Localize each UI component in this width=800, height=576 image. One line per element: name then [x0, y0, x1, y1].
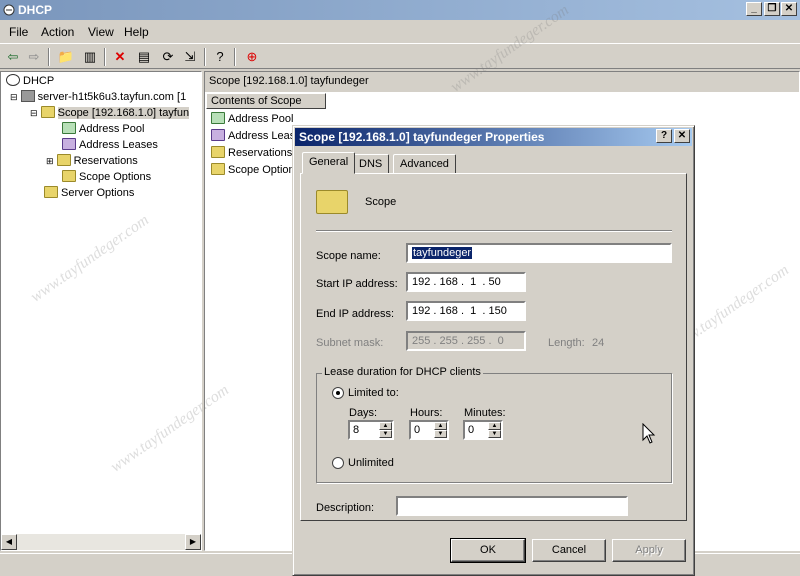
menu-file[interactable]: File: [9, 25, 28, 39]
column-header[interactable]: Contents of Scope: [206, 93, 326, 109]
menu-action[interactable]: Action: [41, 25, 74, 39]
hours-label: Hours:: [410, 407, 443, 419]
dhcp-icon: [6, 74, 20, 86]
list-item[interactable]: Reservations: [211, 146, 292, 159]
dhcp-icon: [2, 3, 16, 17]
minutes-spinner[interactable]: 0 ▲ ▼: [463, 420, 503, 440]
reservations-icon: [211, 146, 225, 158]
options-icon: [62, 170, 76, 182]
tree-item-address-leases[interactable]: Address Leases: [62, 138, 158, 152]
ok-button[interactable]: OK: [450, 538, 526, 563]
restore-button[interactable]: ❐: [764, 2, 780, 16]
end-ip-field[interactable]: 192 . 168 . 1 . 150: [406, 301, 526, 321]
tab-general[interactable]: General: [302, 152, 356, 174]
list-item[interactable]: Scope Option: [211, 163, 295, 176]
tree-item-server[interactable]: ⊟ server-h1t5k6u3.tayfun.com [1: [10, 90, 186, 104]
properties-icon[interactable]: ▤: [134, 47, 154, 67]
tree-item-scope-options[interactable]: Scope Options: [62, 170, 151, 184]
dialog-titlebar: Scope [192.168.1.0] tayfundeger Properti…: [295, 128, 692, 146]
pool-icon: [62, 122, 76, 134]
forward-arrow-icon[interactable]: ⇨: [24, 47, 44, 67]
apply-button[interactable]: Apply: [612, 539, 686, 562]
limited-radio[interactable]: [332, 387, 344, 399]
back-arrow-icon[interactable]: ⇦: [3, 47, 23, 67]
folder-icon: [316, 190, 348, 214]
tree-item-scope[interactable]: ⊟ Scope [192.168.1.0] tayfun: [30, 106, 190, 120]
description-label: Description:: [316, 502, 375, 514]
scope-name-field[interactable]: tayfundeger: [406, 243, 672, 263]
mouse-cursor-icon: [642, 423, 656, 444]
refresh-icon[interactable]: ⟳: [158, 47, 178, 67]
days-label: Days:: [349, 407, 378, 419]
menu-help[interactable]: Help: [124, 25, 149, 39]
lease-duration-label: Lease duration for DHCP clients: [322, 366, 483, 378]
scroll-left-button[interactable]: ◀: [1, 534, 17, 550]
menu-bar: File Action View Help: [0, 21, 800, 42]
start-ip-label: Start IP address:: [316, 278, 398, 290]
subnet-mask-field: 255 . 255 . 255 . 0: [406, 331, 526, 351]
tree-item-address-pool[interactable]: Address Pool: [62, 122, 144, 136]
tab-dns[interactable]: DNS: [352, 154, 390, 174]
length-value: 24: [592, 337, 605, 349]
length-label: Length:: [548, 337, 585, 349]
unlimited-radio[interactable]: [332, 457, 344, 469]
delete-icon[interactable]: ✕: [110, 47, 130, 67]
stop-icon[interactable]: ⊕: [242, 47, 262, 67]
unlimited-label: Unlimited: [348, 457, 394, 469]
export-icon[interactable]: ⇲: [180, 47, 200, 67]
show-tree-icon[interactable]: ▥: [80, 47, 100, 67]
tree-item-server-options[interactable]: Server Options: [44, 186, 134, 200]
dialog-close-button[interactable]: ✕: [674, 129, 690, 143]
minutes-label: Minutes:: [464, 407, 506, 419]
cancel-button[interactable]: Cancel: [532, 539, 606, 562]
help-icon[interactable]: ?: [210, 47, 230, 67]
folder-icon: [44, 186, 58, 198]
leases-icon: [211, 129, 225, 141]
divider: [316, 230, 672, 232]
tree-item-reservations[interactable]: ⊞ Reservations: [46, 154, 138, 168]
menu-view[interactable]: View: [88, 25, 114, 39]
leases-icon: [62, 138, 76, 150]
reservations-icon: [56, 154, 71, 166]
description-field[interactable]: [396, 496, 628, 516]
tree-hscroll[interactable]: ◀ ▶: [1, 534, 201, 550]
dialog-title: Scope [192.168.1.0] tayfundeger Properti…: [299, 130, 545, 144]
pool-icon: [211, 112, 225, 124]
tree-item-dhcp[interactable]: DHCP: [6, 74, 54, 88]
subnet-mask-label: Subnet mask:: [316, 337, 384, 349]
window-titlebar: DHCP _ ❐ ✕: [0, 0, 800, 20]
days-spinner[interactable]: 8 ▲ ▼: [348, 420, 394, 440]
help-button[interactable]: ?: [656, 129, 672, 143]
end-ip-label: End IP address:: [316, 308, 395, 320]
hours-spinner[interactable]: 0 ▲ ▼: [409, 420, 449, 440]
server-icon: [20, 90, 35, 102]
tab-advanced[interactable]: Advanced: [393, 154, 456, 174]
list-item[interactable]: Address Pool: [211, 112, 293, 125]
toolbar: ⇦ ⇨ 📁 ▥ ✕ ▤ ⟳ ⇲ ? ⊕: [0, 43, 800, 69]
content-title: Scope [192.168.1.0] tayfundeger: [205, 72, 799, 92]
list-item[interactable]: Address Leas: [211, 129, 295, 142]
scroll-right-button[interactable]: ▶: [185, 534, 201, 550]
folder-icon: [40, 106, 55, 118]
close-button[interactable]: ✕: [781, 2, 797, 16]
start-ip-field[interactable]: 192 . 168 . 1 . 50: [406, 272, 526, 292]
limited-label: Limited to:: [348, 387, 399, 399]
up-folder-icon[interactable]: 📁: [56, 47, 76, 67]
window-title: DHCP: [18, 3, 53, 17]
dialog-header-label: Scope: [365, 196, 397, 208]
scope-name-label: Scope name:: [316, 250, 381, 262]
minimize-button[interactable]: _: [746, 2, 762, 16]
options-icon: [211, 163, 225, 175]
